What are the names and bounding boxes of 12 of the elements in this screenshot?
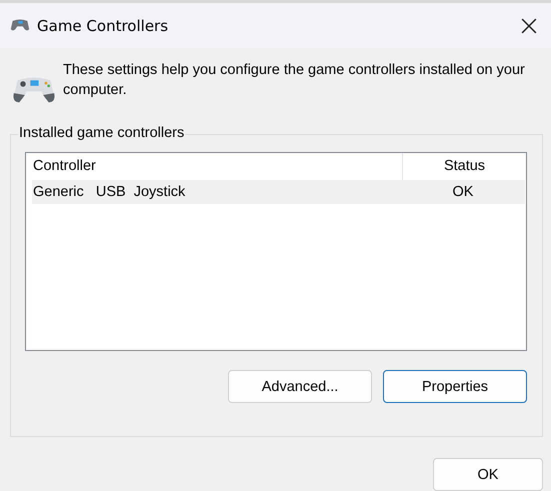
dialog-button[interactable]: OK [433,458,543,491]
dialog-button[interactable]: Advanced... [228,370,372,403]
close-icon [521,18,537,34]
gamepad-icon [9,18,31,33]
table-cell: OK [452,184,474,200]
window-title: Game Controllers [37,16,170,34]
table-row[interactable]: Generic USB Joystick OK [32,180,525,204]
dialog-button[interactable]: Properties [383,370,527,403]
description-text: These settings help you configure the game controllers installed on your computer. [63,61,526,100]
column-header[interactable]: Status [403,153,526,180]
group-label: Installed game controllers [18,125,186,141]
table-cell: Generic USB Joystick [33,184,186,200]
